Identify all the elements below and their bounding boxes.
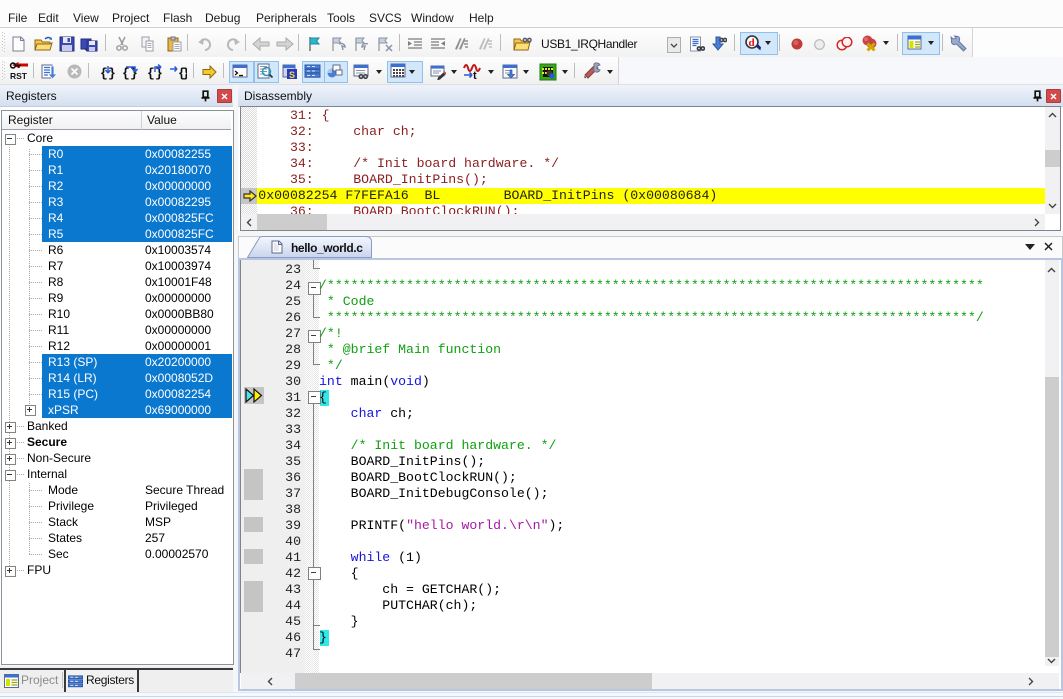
svg-text:{: { xyxy=(100,66,108,80)
svg-text:}: } xyxy=(130,66,138,80)
svg-text:{: { xyxy=(122,66,130,80)
svg-text:}: } xyxy=(182,66,187,80)
svg-text:}: } xyxy=(108,66,116,80)
svg-text:{: { xyxy=(147,66,155,80)
svg-text:RST: RST xyxy=(10,71,28,81)
svg-text:S: S xyxy=(289,70,295,80)
svg-text:d: d xyxy=(749,37,755,49)
svg-text:t: t xyxy=(473,70,477,81)
